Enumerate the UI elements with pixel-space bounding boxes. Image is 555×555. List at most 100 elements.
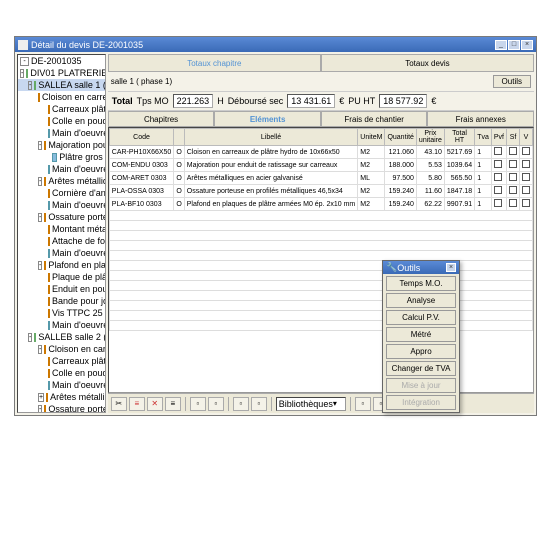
titlebar[interactable]: Détail du devis DE-2001035 _ □ × <box>15 37 536 52</box>
tree-item[interactable]: Bande pour joints ca <box>18 295 105 307</box>
tree-item[interactable]: Carreaux plâtre HD cr <box>18 103 105 115</box>
tree-item[interactable]: Cornière d'angle en a <box>18 187 105 199</box>
doc-icon <box>38 93 40 102</box>
tool-x[interactable]: ≡ <box>165 397 181 411</box>
table-row[interactable]: PLA-OSSA 0303OOssature porteuse en profi… <box>109 185 532 198</box>
floatwin-header[interactable]: 🔧 Outils × <box>383 261 459 274</box>
float-btn[interactable]: Changer de TVA <box>386 361 456 376</box>
table-row[interactable]: PLA-BF10 0303OPlafond en plaques de plât… <box>109 198 532 211</box>
tools-floating-window[interactable]: 🔧 Outils × Temps M.O. Analyse Calcul P.V. M… <box>382 260 460 413</box>
table-row[interactable]: COM-ARET 0303OArêtes métalliques en acie… <box>109 172 532 185</box>
library-select[interactable]: Bibliothèques ▾ <box>276 397 346 411</box>
col-header[interactable]: Sf <box>507 129 520 146</box>
tree-item[interactable]: Main d'oeuvre Platrer <box>18 247 105 259</box>
float-btn[interactable]: Appro <box>386 344 456 359</box>
folder-icon <box>34 333 36 342</box>
tree-item[interactable]: Carreaux plâtre HD cr <box>18 355 105 367</box>
doc-icon <box>48 105 50 114</box>
tool-cut[interactable]: ✂ <box>111 397 127 411</box>
tool-a[interactable]: ▫ <box>190 397 206 411</box>
tree-item[interactable]: -SALLEA salle 1 ( phase 1) <box>18 79 105 91</box>
tree-item[interactable]: Main d'oeuvre Platrer <box>18 163 105 175</box>
float-btn[interactable]: Temps M.O. <box>386 276 456 291</box>
tool-e[interactable]: ▫ <box>355 397 371 411</box>
doc-icon <box>48 285 50 294</box>
col-header[interactable]: V <box>520 129 533 146</box>
tree-item[interactable]: -DIV01 PLATRERIE <box>18 67 105 79</box>
tpsmo-value: 221.263 <box>173 94 214 108</box>
tool-del[interactable]: ✕ <box>147 397 163 411</box>
tree-item[interactable]: -Plafond en plaques de pl <box>18 259 105 271</box>
tree-item[interactable]: Colle en poudre pour <box>18 367 105 379</box>
col-header[interactable]: Libellé <box>184 129 358 146</box>
tree-item[interactable]: -Majoration pour enduit de <box>18 139 105 151</box>
tree-item[interactable]: Colle en poudre pour <box>18 115 105 127</box>
doc-icon <box>44 177 46 186</box>
tree-item[interactable]: -Cloison en carreaux de pl <box>18 343 105 355</box>
table-row[interactable]: COM-ENDU 0303OMajoration pour enduit de … <box>109 159 532 172</box>
top-tab[interactable]: Totaux devis <box>321 54 534 72</box>
float-btn: Mise à jour <box>386 378 456 393</box>
sub-tab[interactable]: Eléments <box>214 111 321 127</box>
col-header[interactable]: Prix unitaire <box>416 129 444 146</box>
tree-root[interactable]: -DE-2001035 <box>18 55 105 67</box>
blue-icon <box>48 249 50 258</box>
tool-d[interactable]: ▫ <box>251 397 267 411</box>
top-tab[interactable]: Totaux chapitre <box>108 54 321 72</box>
app-icon <box>18 40 28 50</box>
tree-item[interactable]: Plaque de plâtre arm <box>18 271 105 283</box>
float-btn[interactable]: Métré <box>386 327 456 342</box>
blue-icon <box>48 381 50 390</box>
doc-icon <box>46 393 48 402</box>
blue-icon <box>52 153 57 162</box>
doc-icon <box>48 309 50 318</box>
tree-item[interactable]: Montant métal de cloi <box>18 223 105 235</box>
tree-item[interactable]: -Arêtes métalliques en aci <box>18 175 105 187</box>
minimize-button[interactable]: _ <box>495 40 507 50</box>
tree-item[interactable]: Plâtre gros <box>18 151 105 163</box>
tree-item[interactable]: Main d'oeuvre Platrer <box>18 199 105 211</box>
puht-value: 18 577.92 <box>379 94 427 108</box>
sub-tab[interactable]: Chapitres <box>108 111 215 127</box>
doc-icon <box>44 213 46 222</box>
tree-item[interactable]: +Arêtes métalliques en aci <box>18 391 105 403</box>
doc-icon <box>48 369 50 378</box>
col-header[interactable]: Total HT <box>444 129 474 146</box>
data-grid[interactable]: Code LibelléUniteMQuantitéPrix unitaireTo… <box>108 127 534 393</box>
tree-item[interactable]: -Ossature porteuse en pr <box>18 403 105 413</box>
col-header[interactable]: UniteM <box>358 129 385 146</box>
tree-item[interactable]: -Ossature porteuse en pr <box>18 211 105 223</box>
blue-icon <box>48 321 50 330</box>
tree-item[interactable]: -SALLEB salle 2 ( phase 2) <box>18 331 105 343</box>
sub-tab[interactable]: Frais de chantier <box>321 111 428 127</box>
doc-icon <box>44 405 46 414</box>
tool-red[interactable]: ≡ <box>129 397 145 411</box>
floatwin-close[interactable]: × <box>446 263 456 272</box>
tree-item[interactable]: Attache de fourrure <box>18 235 105 247</box>
totals-row: Total Tps MO 221.263 H Déboursé sec 13 4… <box>108 91 534 111</box>
tool-b[interactable]: ▫ <box>208 397 224 411</box>
tree-item[interactable]: Cloison en carreaux de pl <box>18 91 105 103</box>
col-header[interactable] <box>174 129 184 146</box>
tree-item[interactable]: Main d'oeuvre Platrer <box>18 319 105 331</box>
float-btn[interactable]: Analyse <box>386 293 456 308</box>
tool-c[interactable]: ▫ <box>233 397 249 411</box>
tree-panel[interactable]: -DE-2001035 -DIV01 PLATRERIE-SALLEA sall… <box>17 54 106 413</box>
table-row[interactable]: CAR-PH10X66X50OCloison en carreaux de pl… <box>109 146 532 159</box>
float-btn[interactable]: Calcul P.V. <box>386 310 456 325</box>
maximize-button[interactable]: □ <box>508 40 520 50</box>
sub-tab[interactable]: Frais annexes <box>427 111 534 127</box>
col-header[interactable]: Tva <box>475 129 492 146</box>
tree-item[interactable]: Main d'oeuvre Platrer <box>18 379 105 391</box>
tree-item[interactable]: Enduit en poudre <box>18 283 105 295</box>
blue-icon <box>48 165 50 174</box>
tree-item[interactable]: Main d'oeuvre Platrer <box>18 127 105 139</box>
doc-icon <box>48 237 50 246</box>
doc-icon <box>48 189 50 198</box>
col-header[interactable]: Quantité <box>385 129 416 146</box>
close-button[interactable]: × <box>521 40 533 50</box>
tools-button[interactable]: Outils <box>493 75 531 88</box>
col-header[interactable]: Pvf <box>491 129 506 146</box>
col-header[interactable]: Code <box>109 129 174 146</box>
tree-item[interactable]: Vis TTPC 25 longueur <box>18 307 105 319</box>
